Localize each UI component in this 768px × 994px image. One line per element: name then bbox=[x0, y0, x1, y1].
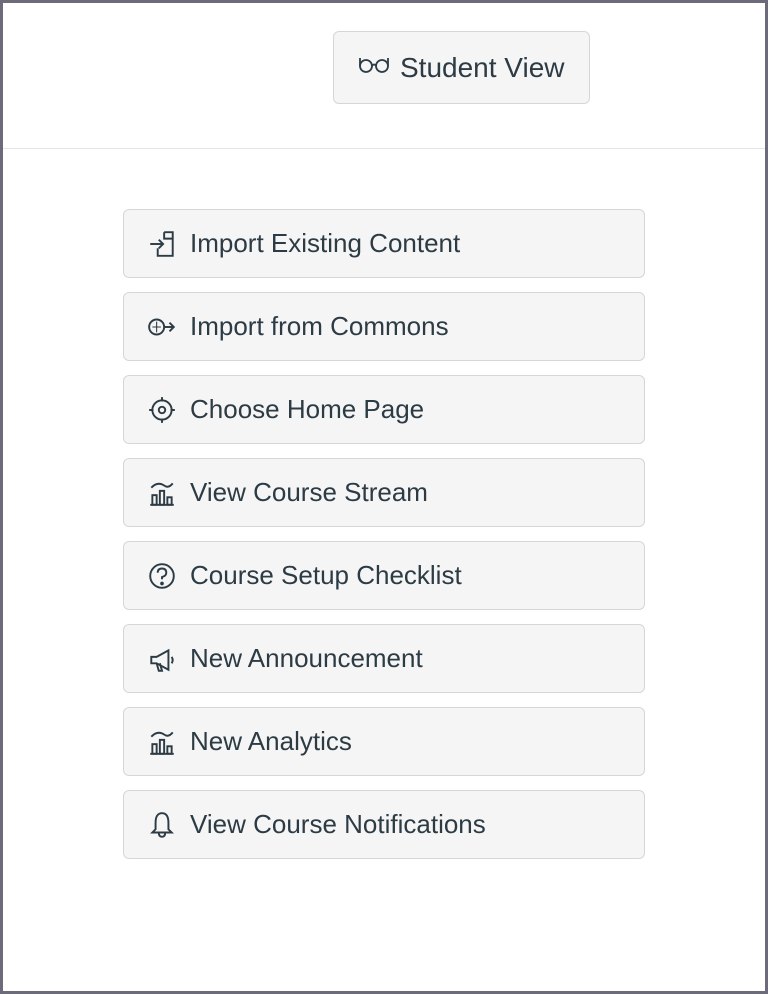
action-label: New Announcement bbox=[190, 643, 423, 674]
view-course-stream-button[interactable]: View Course Stream bbox=[123, 458, 645, 527]
analytics-icon bbox=[146, 727, 178, 757]
action-label: Course Setup Checklist bbox=[190, 560, 462, 591]
new-announcement-button[interactable]: New Announcement bbox=[123, 624, 645, 693]
student-view-button[interactable]: Student View bbox=[333, 31, 590, 104]
top-toolbar: Student View bbox=[3, 3, 765, 149]
action-label: View Course Notifications bbox=[190, 809, 486, 840]
analytics-icon bbox=[146, 478, 178, 508]
action-label: View Course Stream bbox=[190, 477, 428, 508]
student-view-label: Student View bbox=[400, 52, 565, 84]
import-existing-content-button[interactable]: Import Existing Content bbox=[123, 209, 645, 278]
action-label: Import from Commons bbox=[190, 311, 449, 342]
course-actions-list: Import Existing Content Import from Comm… bbox=[3, 149, 765, 859]
target-icon bbox=[146, 395, 178, 425]
glasses-icon bbox=[358, 48, 390, 87]
course-setup-checklist-button[interactable]: Course Setup Checklist bbox=[123, 541, 645, 610]
view-course-notifications-button[interactable]: View Course Notifications bbox=[123, 790, 645, 859]
new-analytics-button[interactable]: New Analytics bbox=[123, 707, 645, 776]
choose-home-page-button[interactable]: Choose Home Page bbox=[123, 375, 645, 444]
megaphone-icon bbox=[146, 644, 178, 674]
bell-icon bbox=[146, 810, 178, 840]
action-label: New Analytics bbox=[190, 726, 352, 757]
action-label: Choose Home Page bbox=[190, 394, 424, 425]
import-icon bbox=[146, 229, 178, 259]
import-from-commons-button[interactable]: Import from Commons bbox=[123, 292, 645, 361]
action-label: Import Existing Content bbox=[190, 228, 460, 259]
help-icon bbox=[146, 561, 178, 591]
commons-icon bbox=[146, 312, 178, 342]
